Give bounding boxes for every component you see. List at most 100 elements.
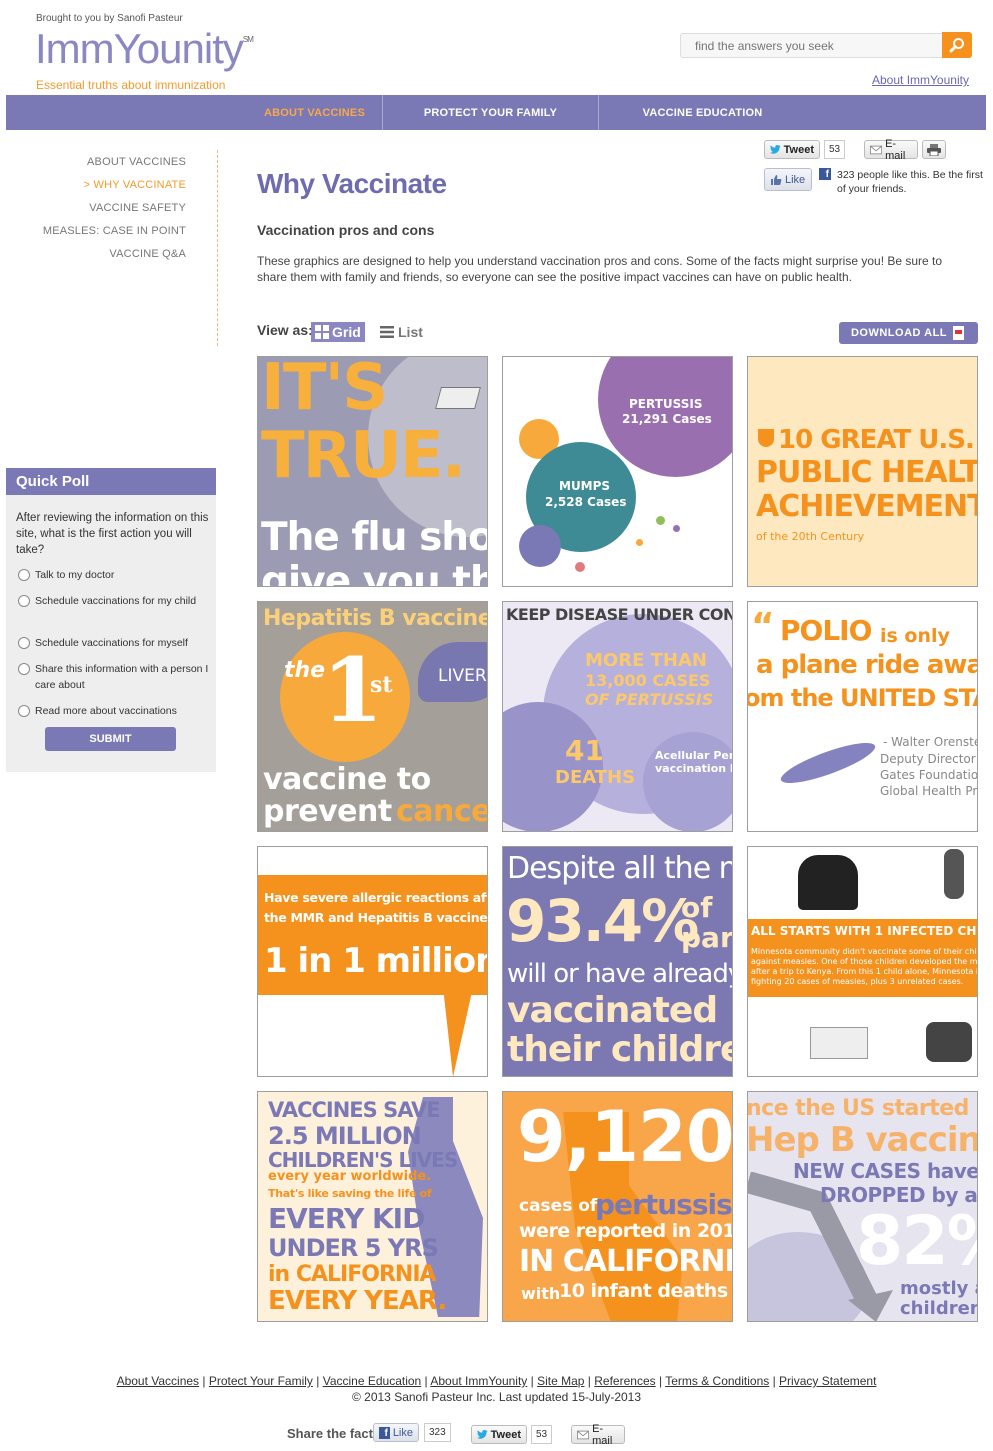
poll-option[interactable]: Talk to my doctor [16,567,211,583]
printer-icon [927,143,941,156]
infographic-tile-hepb-cancer[interactable]: Hepatitis B vaccine is the 1 st LIVER va… [257,601,488,832]
sidebar-item-vaccine-qa[interactable]: VACCINE Q&A [109,248,186,260]
family-silhouette-icon [798,855,858,910]
radio-button[interactable] [18,569,30,581]
radio-button[interactable] [18,637,30,649]
download-all-button[interactable]: DOWNLOAD ALL [839,322,978,344]
tile-text: POLIO [780,614,872,647]
infographic-tile-measles[interactable]: ALL STARTS WITH 1 INFECTED CHILD Minneso… [747,846,978,1077]
list-view-button[interactable]: List [380,322,423,342]
site-tagline: Essential truths about immunization [36,78,226,92]
footer-link-protect-family[interactable]: Protect Your Family [209,1374,313,1388]
tile-text: VACCINES SAVE [268,1098,441,1122]
infographic-tile-lives[interactable]: VACCINES SAVE 2.5 MILLION CHILDREN'S LIV… [257,1091,488,1322]
infographic-tile-pertussis-mumps[interactable]: PERTUSSIS 21,291 Cases MUMPS 2,528 Cases [502,356,733,587]
grid-label: Grid [332,324,361,340]
print-button[interactable] [922,140,946,159]
infographic-tile-flu[interactable]: IT'S TRUE. The flu shot c give you the [257,356,488,587]
search-button[interactable] [942,32,972,58]
infographic-tile-california-pertussis[interactable]: 9,120 cases of pertussis were reported i… [502,1091,733,1322]
tweet-count: 53 [824,140,846,159]
quick-poll: Quick Poll After reviewing the informati… [6,468,216,772]
facebook-like-button[interactable]: Like [764,168,812,191]
poll-option[interactable]: Read more about vaccinations [16,703,211,719]
tile-text: om the UNITED STATES [747,684,977,712]
email-label: E-mail [885,137,906,162]
footer-email-button[interactable]: E-mail [571,1423,625,1447]
poll-option[interactable]: Schedule vaccinations for my child [16,593,211,609]
tile-text: Have severe allergic reactions after [264,890,488,905]
tile-text: 2.5 MILLION [268,1122,422,1150]
tile-text: mostly am [900,1278,977,1299]
tile-text: is only [880,625,950,647]
footer-link-privacy[interactable]: Privacy Statement [779,1374,876,1388]
copyright-text: © 2013 Sanofi Pasteur Inc. Last updated … [351,1390,642,1404]
tile-text: Global Health Pr [880,784,978,798]
search-input[interactable] [681,34,939,57]
tile-text: IT'S [261,356,388,425]
nav-vaccine-education[interactable]: VACCINE EDUCATION [599,95,806,130]
nav-protect-your-family[interactable]: PROTECT YOUR FAMILY [383,95,599,130]
ambulance-icon [810,1027,868,1059]
poll-option[interactable]: Schedule vaccinations for myself [16,635,211,651]
nav-about-vaccines[interactable]: ABOUT VACCINES [247,95,383,130]
tile-text: DEATHS [555,767,636,788]
tile-text: give you the [261,559,487,587]
poll-option[interactable]: Share this information with a person I c… [16,661,211,693]
footer-link-vaccine-education[interactable]: Vaccine Education [323,1374,422,1388]
tile-text: ACHIEVEMENTS [756,489,977,524]
infographic-tile-polio[interactable]: “ POLIO is only a plane ride away om the… [747,601,978,832]
footer-facebook-like-button[interactable]: f Like [373,1423,419,1442]
tile-text: vaccination b [655,762,733,775]
radio-button[interactable] [18,595,30,607]
tweet-label: Tweet [490,1428,521,1441]
footer-link-about-immyounity[interactable]: About ImmYounity [430,1374,527,1388]
infographic-tile-allergic[interactable]: Have severe allergic reactions after the… [257,846,488,1077]
tile-text: will or have already [507,959,733,989]
tile-text: ALL STARTS WITH 1 INFECTED CHILD [751,924,978,938]
sidebar-item-measles[interactable]: MEASLES: CASE IN POINT [43,225,186,237]
site-logo[interactable]: ImmYounitySM [35,25,254,73]
footer-link-about-vaccines[interactable]: About Vaccines [117,1374,200,1388]
tile-text: MUMPS [559,479,611,493]
tissue-box-icon [435,387,481,409]
about-immyounity-link[interactable]: About ImmYounity [872,73,969,87]
tile-text: a plane ride away [756,650,978,680]
sidebar-item-vaccine-safety[interactable]: VACCINE SAFETY [89,202,186,214]
infographic-tile-disease-control[interactable]: KEEP DISEASE UNDER CONTROL MORE THAN 13,… [502,601,733,832]
tile-text: vaccinated [507,990,718,1031]
tile-text: 9,120 [517,1096,733,1178]
footer-tweet-count: 53 [531,1425,553,1444]
sidebar-item-why-vaccinate[interactable]: > WHY VACCINATE [84,179,186,191]
radio-button[interactable] [18,663,30,675]
tile-text: 2,528 Cases [545,495,627,509]
infographic-tile-hepb-drop[interactable]: nce the US started routin Hep B vaccinat… [747,1091,978,1322]
sidebar-item-about-vaccines[interactable]: ABOUT VACCINES [87,156,186,168]
footer-link-references[interactable]: References [594,1374,655,1388]
tile-text: Hep B vaccinatio [747,1120,977,1160]
grid-icon [315,325,329,339]
infographic-tile-achievements[interactable]: 10 GREAT U.S. PUBLIC HEALTH ACHIEVEMENTS… [747,356,978,587]
poll-question: After reviewing the information on this … [16,512,209,556]
search-icon [949,38,964,53]
footer-link-terms[interactable]: Terms & Conditions [665,1374,769,1388]
tile-text: 82% [856,1202,977,1281]
facebook-icon: f [819,168,831,180]
footer-link-site-map[interactable]: Site Map [537,1374,584,1388]
tile-text: in CALIFORNIA [268,1262,437,1287]
poll-option-label: Share this information with a person I c… [35,663,209,691]
tweet-button[interactable]: Tweet [764,140,820,159]
tile-text: EVERY YEAR. [268,1286,447,1316]
tweet-label: Tweet [783,143,814,156]
tile-text: of the 20th Century [756,530,865,543]
tile-text: after a trip to Kenya. From this 1 child… [751,967,978,976]
tile-text: their children [507,1029,732,1070]
poll-submit-button[interactable]: SUBMIT [45,727,176,751]
grid-view-button[interactable]: Grid [311,322,365,342]
email-button[interactable]: E-mail [864,137,918,162]
infographic-tile-parents[interactable]: Despite all the n 93.4% of pare will or … [502,846,733,1077]
radio-button[interactable] [18,705,30,717]
footer-tweet-button[interactable]: Tweet [471,1425,527,1444]
tile-text: Despite all the n [507,851,733,886]
twitter-bird-icon [477,1429,488,1439]
